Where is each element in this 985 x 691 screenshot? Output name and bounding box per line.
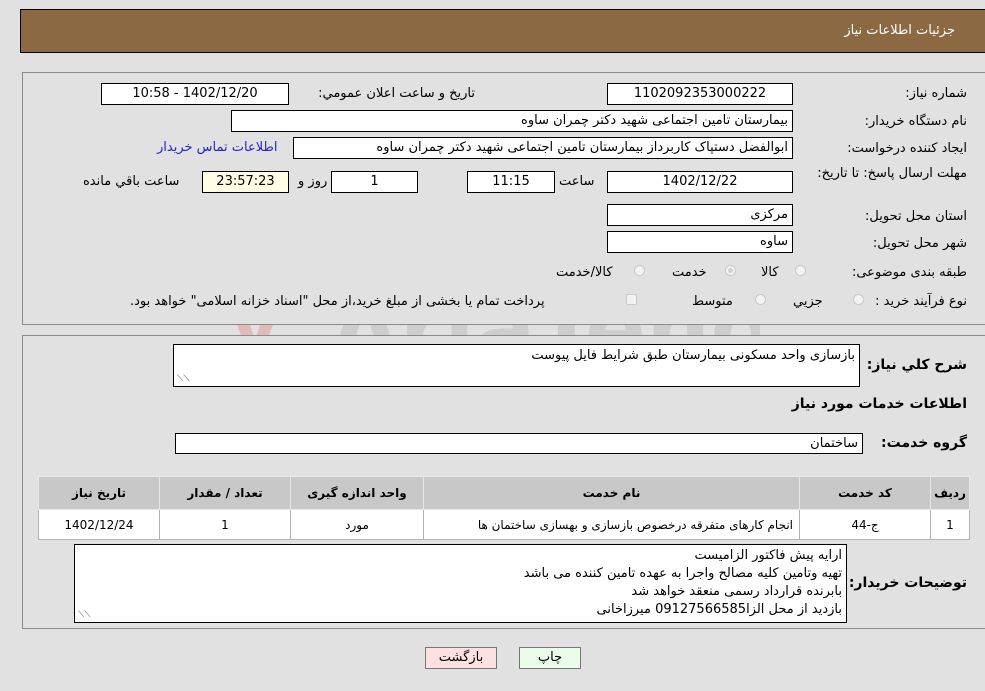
creator-label: ایجاد کننده درخواست: [847,141,967,156]
province-label: استان محل تحویل: [865,209,967,224]
buyer-contact-link[interactable]: اطلاعات تماس خریدار [157,140,277,155]
cell-service-code: ج-44 [799,509,931,540]
summary-text: بازسازی واحد مسکونی بیمارستان طبق شرایط … [531,348,855,363]
col-header-need-date: تاریخ نیاز [38,476,160,510]
treasury-note: پرداخت تمام یا بخشی از مبلغ خرید،از محل … [130,294,545,309]
cell-row-number: 1 [930,509,970,540]
col-header-row-number: ردیف [930,476,970,510]
buyer-org-label: نام دستگاه خریدار: [864,114,967,129]
page-header: جزئیات اطلاعات نیاز [20,9,985,53]
deadline-label: مهلت ارسال پاسخ: تا تاریخ: [817,166,967,181]
category-option-goods: کالا [761,265,779,280]
table-row: 1 ج-44 انجام کارهای متفرقه درخصوص بازساز… [38,509,970,540]
announce-datetime-field: 1402/12/20 - 10:58 [101,83,289,105]
city-field: ساوه [607,231,793,253]
announce-datetime-label: تاریخ و ساعت اعلان عمومي: [318,86,475,101]
cell-service-name: انجام کارهای متفرقه درخصوص بازسازی و بهس… [423,509,800,540]
service-group-label: گروه خدمت: [881,435,967,451]
col-header-service-code: کد خدمت [799,476,931,510]
process-label: نوع فرآیند خرید : [875,294,967,309]
deadline-time-field: 11:15 [467,171,555,193]
category-radio-goods-service[interactable] [634,265,645,276]
table-header-row: ردیف کد خدمت نام خدمت واحد اندازه گیری ت… [38,476,970,510]
col-header-unit: واحد اندازه گیری [290,476,424,510]
resize-grip-icon[interactable]: ⟋⟋ [78,611,91,620]
days-remaining-field: 1 [331,171,418,193]
summary-label: شرح کلي نیاز: [866,357,967,373]
process-option-medium: متوسط [692,294,733,309]
province-field: مرکزی [607,204,793,226]
time-remaining-label: ساعت باقي مانده [83,174,180,189]
category-option-service: خدمت [672,265,707,280]
time-remaining-field: 23:57:23 [202,171,289,193]
category-radio-service[interactable] [725,265,736,276]
process-option-minor: جزيي [793,294,823,309]
print-button[interactable]: چاپ [519,647,581,669]
creator-field: ابوالفضل دستپاک کاربرداز بیمارستان تامین… [293,137,793,159]
resize-grip-icon[interactable]: ⟋⟋ [177,375,190,384]
buyer-note-line: بابرنده قرارداد رسمی منعقد خواهد شد [631,584,842,599]
services-table: ردیف کد خدمت نام خدمت واحد اندازه گیری ت… [38,476,970,540]
buyer-notes-textarea[interactable]: ارایه پیش فاکتور الزامیست تهیه وتامین کل… [74,544,847,623]
category-radio-goods[interactable] [795,265,806,276]
buyer-notes-label: توضیحات خریدار: [848,575,967,591]
services-section-title: اطلاعات خدمات مورد نیاز [791,396,967,412]
summary-textarea[interactable]: بازسازی واحد مسکونی بیمارستان طبق شرایط … [173,344,860,387]
category-option-goods-service: کالا/خدمت [556,265,613,280]
need-number-field: 1102092353000222 [607,83,793,105]
cell-need-date: 1402/12/24 [38,509,160,540]
days-label: روز و [298,174,328,189]
cell-quantity: 1 [159,509,291,540]
buyer-note-line: ارایه پیش فاکتور الزامیست [694,548,843,563]
category-label: طبقه بندی موضوعی: [851,265,967,280]
process-radio-minor[interactable] [853,294,864,305]
deadline-time-label: ساعت [559,174,595,189]
col-header-service-name: نام خدمت [423,476,800,510]
city-label: شهر محل تحویل: [872,236,967,251]
back-button[interactable]: بازگشت [425,647,497,669]
page-title: جزئیات اطلاعات نیاز [844,23,955,38]
cell-unit: مورد [290,509,424,540]
treasury-checkbox[interactable] [626,294,637,305]
buyer-note-line: بازدید از محل الزا09127566585 میرزاخانی [596,602,842,617]
deadline-date-field: 1402/12/22 [607,171,793,193]
service-group-field: ساختمان [175,433,863,454]
col-header-quantity: تعداد / مقدار [159,476,291,510]
buyer-note-line: تهیه وتامین کلیه مصالح واجرا به عهده تام… [523,566,842,581]
need-number-label: شماره نیاز: [905,86,967,101]
buyer-org-field: بیمارستان تامین اجتماعی شهید دکتر چمران … [231,110,793,132]
process-radio-medium[interactable] [755,294,766,305]
